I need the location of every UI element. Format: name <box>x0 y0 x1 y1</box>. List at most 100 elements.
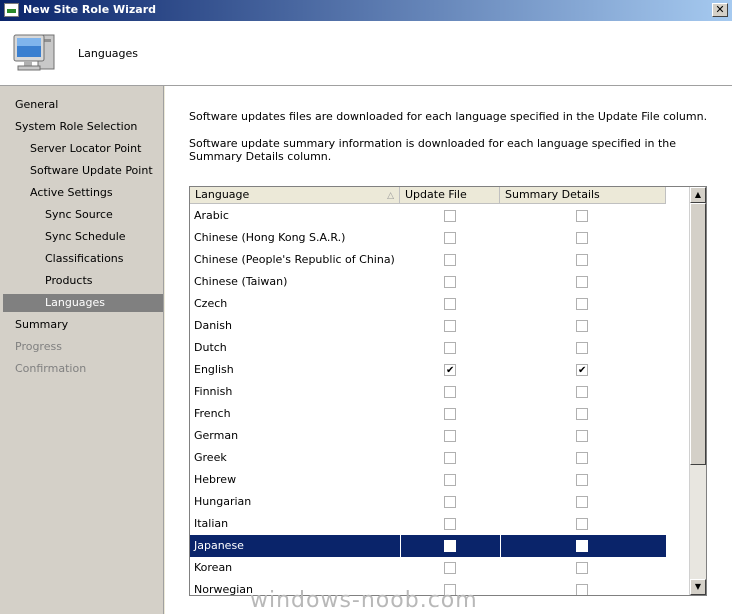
table-row[interactable]: German <box>190 425 666 447</box>
language-name: Danish <box>194 319 232 332</box>
languages-grid: Language △ Update File Summary Details A… <box>189 186 707 596</box>
nav-item-system-role-selection[interactable]: System Role Selection <box>3 118 163 136</box>
update-file-checkbox[interactable] <box>444 496 456 508</box>
summary-details-checkbox[interactable] <box>576 360 588 382</box>
nav-item-classifications[interactable]: Classifications <box>3 250 163 268</box>
update-file-checkbox[interactable] <box>444 474 456 486</box>
update-file-checkbox[interactable] <box>444 518 456 530</box>
nav-item-active-settings[interactable]: Active Settings <box>3 184 163 202</box>
grid-rows: Arabic Chinese (Hong Kong S.A.R.) Chinese … <box>190 205 666 596</box>
language-name: Japanese <box>194 539 244 552</box>
summary-details-checkbox[interactable] <box>576 254 588 266</box>
language-name: Norwegian <box>194 583 253 596</box>
scroll-up-button[interactable]: ▲ <box>690 187 706 203</box>
table-row[interactable]: Finnish <box>190 381 666 403</box>
watermark: windows-noob.com <box>250 588 478 613</box>
table-row[interactable]: Greek <box>190 447 666 469</box>
close-button[interactable]: ✕ <box>712 3 728 17</box>
nav-item-software-update-point[interactable]: Software Update Point <box>3 162 163 180</box>
table-row[interactable]: Dutch <box>190 337 666 359</box>
column-summary-details[interactable]: Summary Details <box>500 187 666 204</box>
table-row[interactable]: Czech <box>190 293 666 315</box>
summary-details-checkbox[interactable] <box>576 540 588 552</box>
table-row[interactable]: Arabic <box>190 205 666 227</box>
update-file-checkbox[interactable] <box>444 452 456 464</box>
summary-details-checkbox[interactable] <box>576 474 588 486</box>
nav-item-languages[interactable]: Languages <box>3 294 163 312</box>
language-name: Chinese (People's Republic of China) <box>194 253 395 266</box>
language-name: Greek <box>194 451 227 464</box>
column-language[interactable]: Language △ <box>190 187 400 204</box>
content-panel: Software updates files are downloaded fo… <box>165 86 732 614</box>
summary-details-checkbox[interactable] <box>576 276 588 288</box>
table-row[interactable]: Japanese <box>190 535 666 557</box>
update-file-checkbox[interactable] <box>444 408 456 420</box>
update-file-checkbox[interactable] <box>444 210 456 222</box>
nav-item-confirmation: Confirmation <box>15 362 87 375</box>
update-file-checkbox[interactable] <box>444 320 456 332</box>
column-language-label: Language <box>195 188 250 201</box>
nav-item-sync-schedule[interactable]: Sync Schedule <box>3 228 163 246</box>
summary-details-checkbox[interactable] <box>576 518 588 530</box>
update-file-checkbox[interactable] <box>444 562 456 574</box>
summary-details-checkbox[interactable] <box>576 408 588 420</box>
language-name: Italian <box>194 517 229 530</box>
language-name: German <box>194 429 239 442</box>
nav-item-products[interactable]: Products <box>3 272 163 290</box>
table-row[interactable]: Chinese (People's Republic of China) <box>190 249 666 271</box>
table-row[interactable]: Hungarian <box>190 491 666 513</box>
summary-details-checkbox[interactable] <box>576 298 588 310</box>
update-file-checkbox[interactable] <box>444 254 456 266</box>
update-file-checkbox[interactable] <box>444 342 456 354</box>
table-row[interactable]: English <box>190 359 666 382</box>
language-name: Chinese (Taiwan) <box>194 275 288 288</box>
column-separator <box>400 535 401 557</box>
update-file-checkbox[interactable] <box>444 276 456 288</box>
update-file-checkbox[interactable] <box>444 540 456 552</box>
summary-details-checkbox[interactable] <box>576 496 588 508</box>
update-file-checkbox[interactable] <box>444 298 456 310</box>
table-row[interactable]: Chinese (Hong Kong S.A.R.) <box>190 227 666 249</box>
summary-details-checkbox[interactable] <box>576 232 588 244</box>
update-file-checkbox[interactable] <box>444 360 456 382</box>
summary-details-checkbox[interactable] <box>576 562 588 574</box>
close-icon: ✕ <box>715 3 725 16</box>
wizard-nav: General System Role Selection Server Locat… <box>0 86 164 614</box>
table-row[interactable]: Chinese (Taiwan) <box>190 271 666 293</box>
summary-details-checkbox[interactable] <box>576 210 588 222</box>
column-summary-details-label: Summary Details <box>505 188 600 201</box>
nav-item-summary[interactable]: Summary <box>3 316 163 334</box>
column-update-file[interactable]: Update File <box>400 187 500 204</box>
table-row[interactable]: Hebrew <box>190 469 666 491</box>
table-row[interactable]: French <box>190 403 666 425</box>
language-name: Czech <box>194 297 228 310</box>
summary-details-checkbox[interactable] <box>576 452 588 464</box>
wizard-header: Languages <box>0 21 732 86</box>
scroll-down-button[interactable]: ▼ <box>690 579 706 595</box>
update-file-checkbox[interactable] <box>444 430 456 442</box>
summary-details-checkbox[interactable] <box>576 584 588 595</box>
nav-item-sync-source[interactable]: Sync Source <box>3 206 163 224</box>
update-file-checkbox[interactable] <box>444 386 456 398</box>
language-name: Korean <box>194 561 233 574</box>
table-row[interactable]: Danish <box>190 315 666 337</box>
window-title: New Site Role Wizard <box>23 3 157 16</box>
summary-details-checkbox[interactable] <box>576 320 588 332</box>
table-row[interactable]: Korean <box>190 557 666 579</box>
update-file-checkbox[interactable] <box>444 232 456 244</box>
summary-details-checkbox[interactable] <box>576 342 588 354</box>
table-row[interactable]: Italian <box>190 513 666 535</box>
scroll-thumb[interactable] <box>690 203 706 465</box>
nav-item-general[interactable]: General <box>3 96 163 114</box>
language-name: Hungarian <box>194 495 252 508</box>
language-name: Chinese (Hong Kong S.A.R.) <box>194 231 346 244</box>
summary-details-checkbox[interactable] <box>576 386 588 398</box>
vertical-scrollbar[interactable]: ▲ ▼ <box>689 187 706 595</box>
summary-details-checkbox[interactable] <box>576 430 588 442</box>
computer-monitor-icon <box>13 34 55 71</box>
nav-item-server-locator-point[interactable]: Server Locator Point <box>3 140 163 158</box>
grid-header: Language △ Update File Summary Details <box>190 187 666 204</box>
language-name: Dutch <box>194 341 227 354</box>
update-file-description: Software updates files are downloaded fo… <box>189 110 708 123</box>
page-title: Languages <box>78 47 139 60</box>
